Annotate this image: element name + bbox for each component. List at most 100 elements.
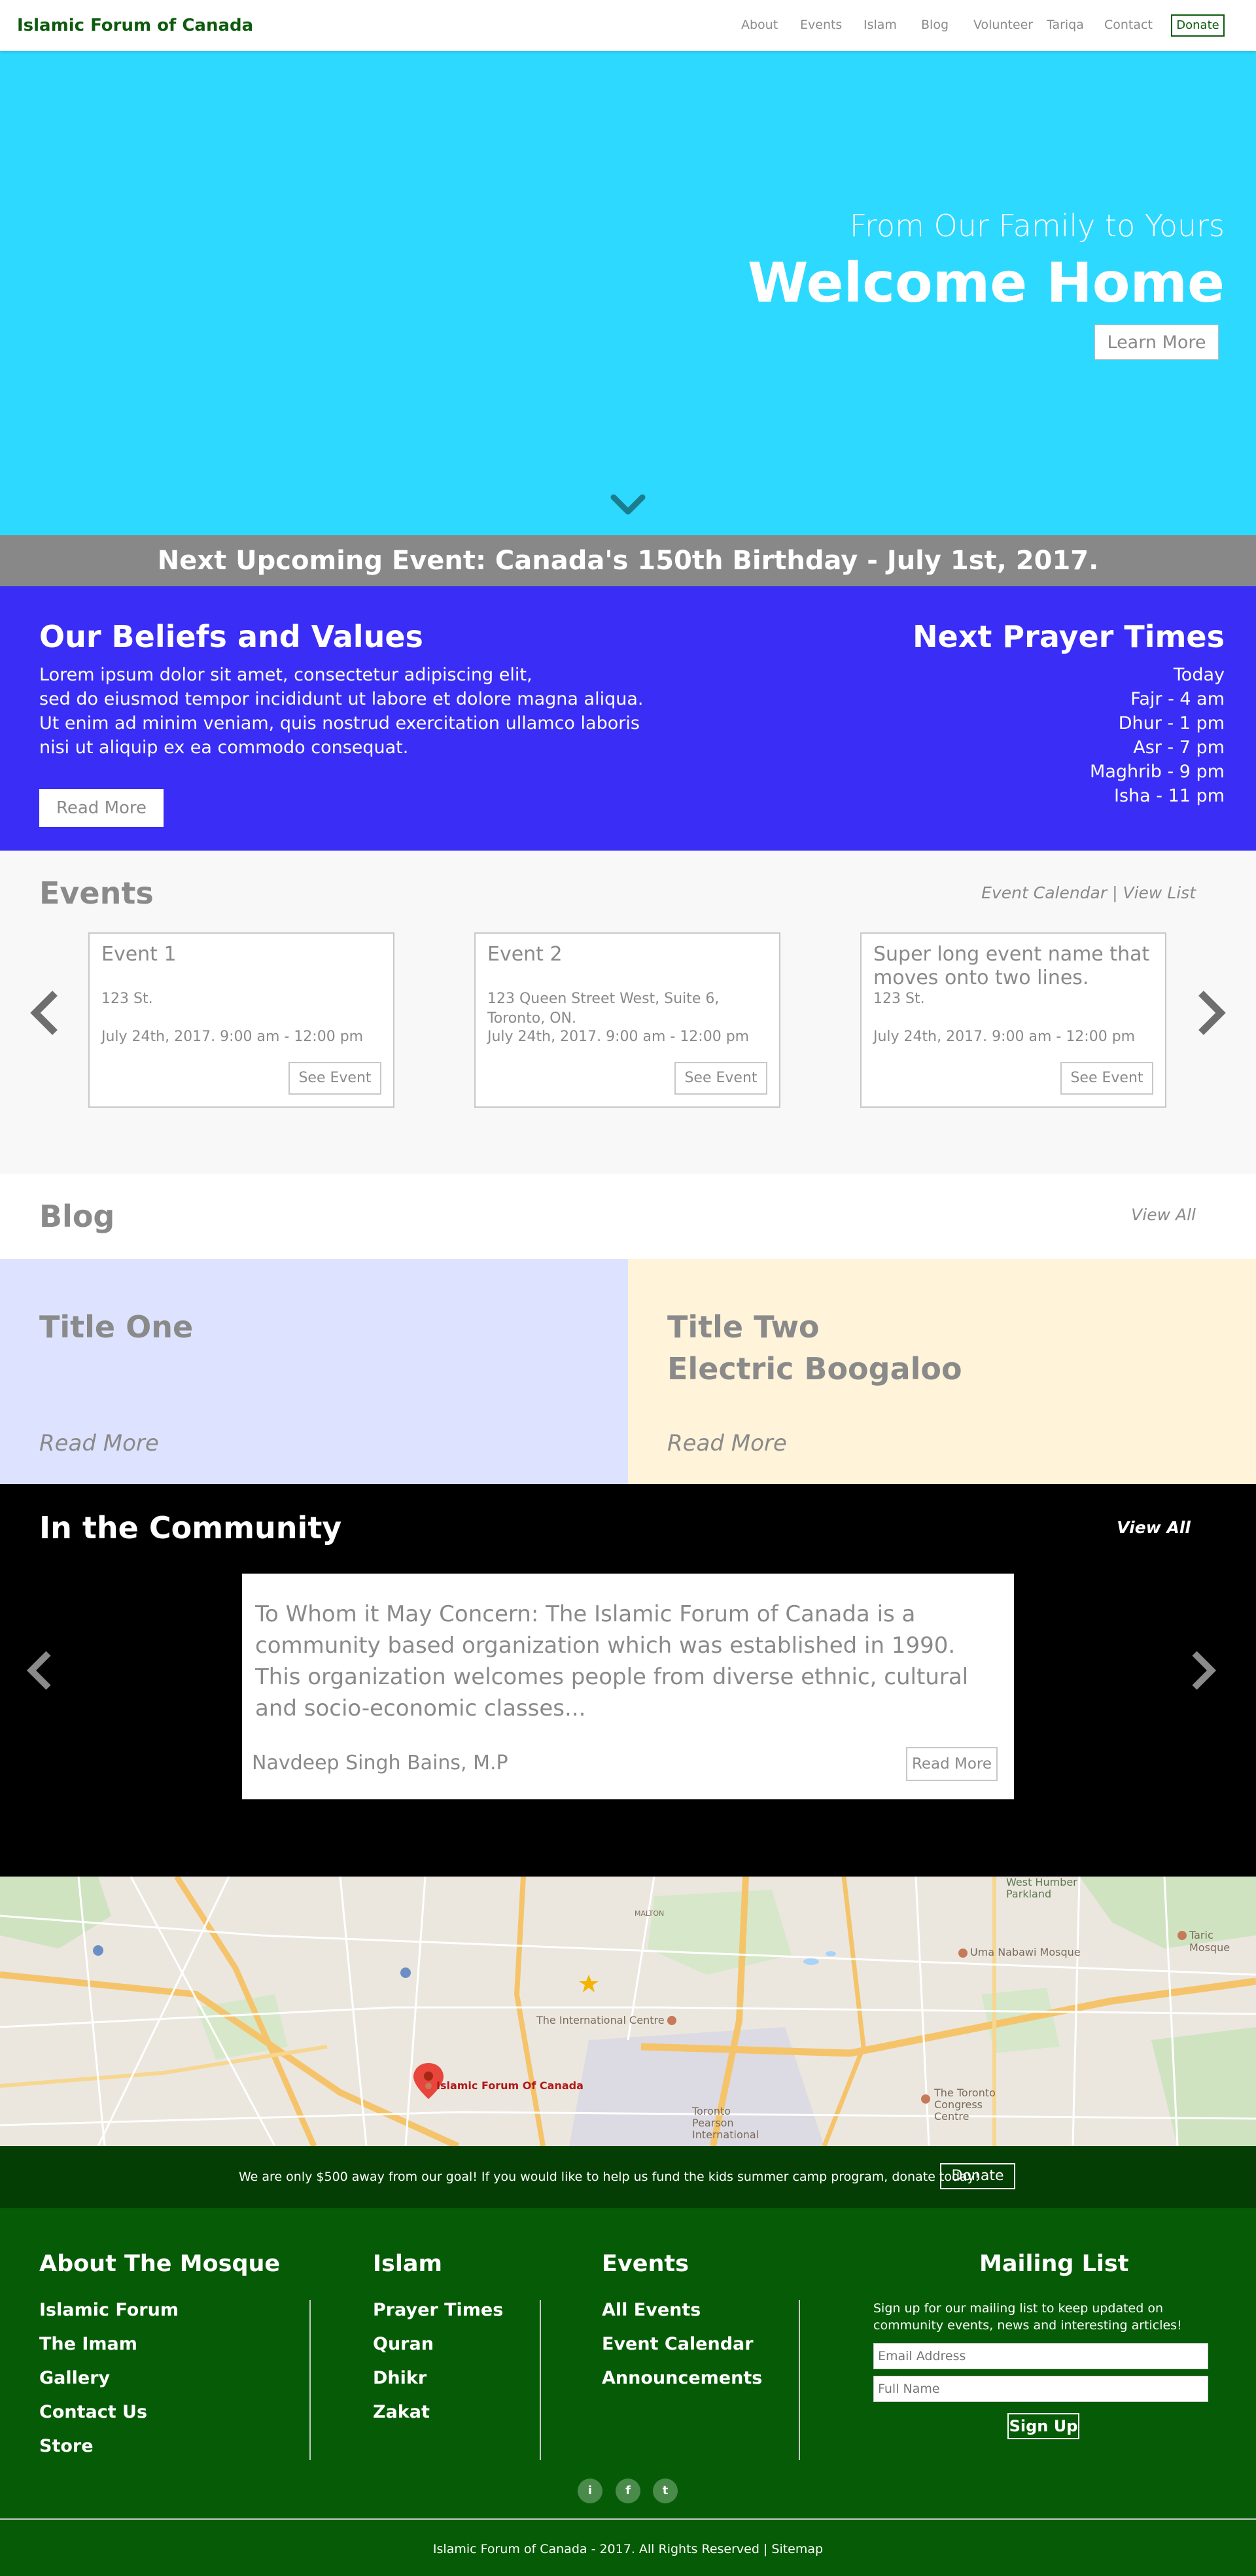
event-time: July 24th, 2017. 9:00 am - 12:00 pm bbox=[101, 1029, 364, 1045]
blog-tile[interactable]: Title Two Electric Boogaloo Read More bbox=[628, 1259, 1256, 1484]
event-name: Event 1 bbox=[101, 943, 177, 966]
nav-link-about[interactable]: About bbox=[741, 18, 778, 32]
email-field[interactable] bbox=[873, 2343, 1208, 2369]
community-title: In the Community bbox=[39, 1510, 342, 1545]
map-canvas[interactable] bbox=[0, 1877, 1256, 2146]
nav-link-volunteer[interactable]: Volunteer bbox=[973, 18, 1033, 32]
upcoming-event-banner[interactable]: Next Upcoming Event: Canada's 150th Birt… bbox=[0, 535, 1256, 586]
event-address: 123 St. bbox=[873, 991, 925, 1007]
nav-donate-button[interactable]: Donate bbox=[1171, 14, 1225, 37]
beliefs-text-line: Ut enim ad minim veniam, quis nostrud ex… bbox=[39, 713, 640, 733]
brand-logo[interactable]: Islamic Forum of Canada bbox=[17, 16, 253, 35]
footer-rule bbox=[0, 2518, 1256, 2520]
nav-link-contact[interactable]: Contact bbox=[1104, 18, 1153, 32]
donate-button[interactable]: Donate bbox=[940, 2163, 1015, 2189]
prayer-time-fajr: Fajr - 4 am bbox=[1130, 689, 1225, 709]
nav-link-blog[interactable]: Blog bbox=[921, 18, 949, 32]
event-name: Event 2 bbox=[487, 943, 563, 966]
community-next-arrow-icon[interactable] bbox=[1184, 1644, 1223, 1697]
footer: About The Mosque Islamic Forum The Imam … bbox=[0, 2208, 1256, 2576]
footer-link-zakat[interactable]: Zakat bbox=[373, 2402, 430, 2422]
event-time: July 24th, 2017. 9:00 am - 12:00 pm bbox=[873, 1029, 1136, 1045]
map-label-international-centre[interactable]: The International Centre bbox=[536, 2014, 665, 2026]
nav-link-islam[interactable]: Islam bbox=[864, 18, 897, 32]
facebook-icon[interactable]: f bbox=[616, 2479, 640, 2503]
donate-strip: We are only $500 away from our goal! If … bbox=[0, 2146, 1256, 2208]
footer-about-title: About The Mosque bbox=[39, 2251, 281, 2277]
map-label-congress-centre[interactable]: The Toronto Congress Centre bbox=[934, 2087, 1013, 2123]
prayer-time-maghrib: Maghrib - 9 pm bbox=[1090, 762, 1225, 782]
top-nav: Islamic Forum of Canada About Events Isl… bbox=[0, 0, 1256, 51]
prayer-time-asr: Asr - 7 pm bbox=[1133, 737, 1225, 758]
full-name-field[interactable] bbox=[873, 2376, 1208, 2402]
blog-tile[interactable]: Title One Read More bbox=[0, 1259, 628, 1484]
event-name: Super long event name that moves onto tw… bbox=[873, 943, 1150, 989]
footer-link-event-calendar[interactable]: Event Calendar bbox=[602, 2334, 754, 2354]
testimonial-read-more-button[interactable]: Read More bbox=[906, 1747, 998, 1781]
prayer-times-title: Next Prayer Times bbox=[913, 619, 1225, 654]
hero-section: From Our Family to Yours Welcome Home Le… bbox=[0, 51, 1256, 535]
footer-link-announcements[interactable]: Announcements bbox=[602, 2368, 762, 2388]
hero-title: Welcome Home bbox=[747, 251, 1225, 315]
instagram-icon[interactable]: i bbox=[578, 2479, 602, 2503]
learn-more-button[interactable]: Learn More bbox=[1094, 325, 1219, 360]
community-view-all-link[interactable]: View All bbox=[1117, 1518, 1191, 1537]
footer-link-the-imam[interactable]: The Imam bbox=[39, 2334, 137, 2354]
chevron-down-icon[interactable] bbox=[608, 489, 648, 522]
map-label-malton: MALTON bbox=[635, 1909, 665, 1918]
copyright-text[interactable]: Islamic Forum of Canada - 2017. All Righ… bbox=[0, 2542, 1256, 2556]
event-card: Event 1 123 St. July 24th, 2017. 9:00 am… bbox=[88, 932, 394, 1108]
map-label-pearson[interactable]: Toronto Pearson International bbox=[692, 2106, 764, 2141]
footer-mailing-title: Mailing List bbox=[979, 2251, 1129, 2277]
map-label-west-humber: West Humber Parkland bbox=[1006, 1877, 1077, 1900]
prayer-day: Today bbox=[1173, 665, 1225, 685]
blog-read-more-link[interactable]: Read More bbox=[667, 1430, 787, 1456]
beliefs-title: Our Beliefs and Values bbox=[39, 619, 423, 654]
blog-tile-title-line: Electric Boogaloo bbox=[667, 1351, 962, 1386]
beliefs-read-more-button[interactable]: Read More bbox=[39, 789, 164, 827]
blog-view-all-link[interactable]: View All bbox=[1131, 1205, 1196, 1224]
footer-link-islamic-forum[interactable]: Islamic Forum bbox=[39, 2300, 179, 2320]
location-map[interactable]: Islamic Forum Of Canada The Internationa… bbox=[0, 1877, 1256, 2146]
event-time: July 24th, 2017. 9:00 am - 12:00 pm bbox=[487, 1029, 750, 1045]
map-label-uma-nabawi-mosque[interactable]: Uma Nabawi Mosque bbox=[970, 1946, 1081, 1958]
sign-up-button[interactable]: Sign Up bbox=[1007, 2413, 1079, 2439]
footer-link-quran[interactable]: Quran bbox=[373, 2334, 434, 2354]
beliefs-section: Our Beliefs and Values Lorem ipsum dolor… bbox=[0, 586, 1256, 851]
see-event-button[interactable]: See Event bbox=[288, 1062, 381, 1095]
nav-link-tariqa[interactable]: Tariqa bbox=[1047, 18, 1084, 32]
mailing-list-description: Sign up for our mailing list to keep upd… bbox=[873, 2301, 1182, 2333]
footer-link-store[interactable]: Store bbox=[39, 2436, 94, 2456]
see-event-button[interactable]: See Event bbox=[674, 1062, 767, 1095]
testimonial-card: To Whom it May Concern: The Islamic Foru… bbox=[242, 1574, 1014, 1799]
footer-link-gallery[interactable]: Gallery bbox=[39, 2368, 110, 2388]
beliefs-text-line: sed do eiusmod tempor incididunt ut labo… bbox=[39, 689, 644, 709]
blog-read-more-link[interactable]: Read More bbox=[39, 1430, 159, 1456]
events-section: Events Event Calendar | View List Event … bbox=[0, 851, 1256, 1174]
footer-divider bbox=[540, 2300, 541, 2460]
community-prev-arrow-icon[interactable] bbox=[20, 1644, 59, 1697]
prayer-time-isha: Isha - 11 pm bbox=[1114, 786, 1225, 806]
beliefs-text-line: Lorem ipsum dolor sit amet, consectetur … bbox=[39, 665, 532, 685]
see-event-button[interactable]: See Event bbox=[1060, 1062, 1153, 1095]
donate-message: We are only $500 away from our goal! If … bbox=[239, 2170, 980, 2184]
events-next-arrow-icon[interactable] bbox=[1191, 987, 1230, 1039]
footer-link-dhikr[interactable]: Dhikr bbox=[373, 2368, 427, 2388]
blog-title: Blog bbox=[39, 1199, 115, 1234]
footer-link-prayer-times[interactable]: Prayer Times bbox=[373, 2300, 503, 2320]
map-label-taric-mosque[interactable]: Taric Mosque bbox=[1189, 1929, 1256, 1954]
blog-tile-title: Title One bbox=[39, 1306, 193, 1348]
footer-link-all-events[interactable]: All Events bbox=[602, 2300, 701, 2320]
twitter-icon[interactable]: t bbox=[653, 2479, 678, 2503]
events-prev-arrow-icon[interactable] bbox=[26, 987, 65, 1039]
footer-link-contact-us[interactable]: Contact Us bbox=[39, 2402, 147, 2422]
nav-link-events[interactable]: Events bbox=[800, 18, 842, 32]
prayer-time-dhur: Dhur - 1 pm bbox=[1118, 713, 1225, 733]
footer-events-title: Events bbox=[602, 2251, 689, 2277]
beliefs-text-line: nisi ut aliquip ex ea commodo consequat. bbox=[39, 737, 409, 758]
blog-tile-title-line: Title Two bbox=[667, 1309, 820, 1345]
event-calendar-view-list-link[interactable]: Event Calendar | View List bbox=[981, 883, 1196, 902]
event-card: Event 2 123 Queen Street West, Suite 6, … bbox=[474, 932, 780, 1108]
hero-subtitle: From Our Family to Yours bbox=[849, 208, 1225, 243]
map-label-islamic-forum[interactable]: Islamic Forum Of Canada bbox=[436, 2079, 584, 2092]
